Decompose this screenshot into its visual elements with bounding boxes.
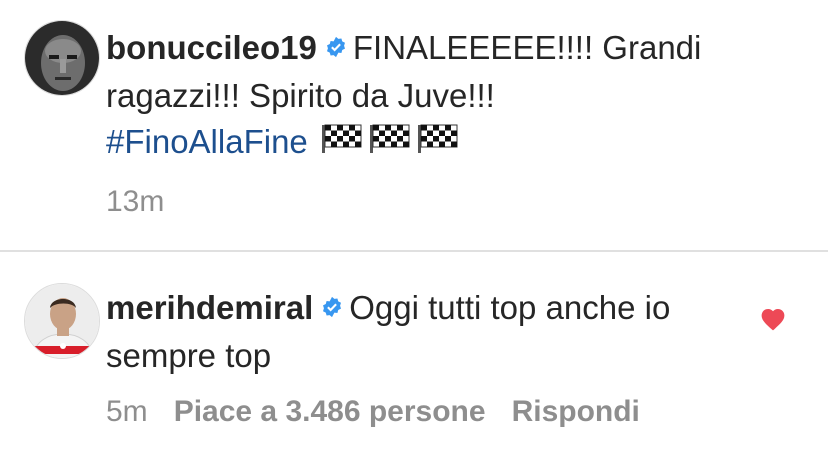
comment-meta: 5m Piace a 3.486 persone Rispondi	[106, 395, 640, 429]
avatar-image	[25, 284, 99, 358]
comment-meta: 13m	[106, 185, 164, 219]
comment-bonuccileo19: bonuccileo19 FINALEEEEE!!!! Grandi ragazz…	[0, 0, 828, 250]
like-heart-icon[interactable]	[760, 307, 786, 331]
avatar[interactable]	[24, 20, 100, 96]
comment-merihdemiral: merihdemiral Oggi tutti top anche io semp…	[0, 252, 828, 452]
chequered-flag-icon	[369, 119, 413, 165]
reply-button[interactable]: Rispondi	[512, 395, 640, 428]
chequered-flag-icon	[321, 119, 365, 165]
chequered-flag-icon	[417, 119, 461, 165]
verified-badge-icon	[325, 24, 347, 70]
comment-body: bonuccileo19 FINALEEEEE!!!! Grandi ragazz…	[106, 25, 768, 168]
timestamp: 13m	[106, 185, 165, 218]
comment-body: merihdemiral Oggi tutti top anche io semp…	[106, 285, 768, 379]
avatar[interactable]	[24, 283, 100, 359]
username[interactable]: merihdemiral	[106, 289, 313, 326]
timestamp: 5m	[106, 395, 148, 428]
avatar-image	[25, 21, 99, 95]
username[interactable]: bonuccileo19	[106, 29, 317, 66]
verified-badge-icon	[321, 284, 343, 330]
hashtag-link[interactable]: #FinoAllaFine	[106, 123, 308, 160]
likes-count-link[interactable]: Piace a 3.486 persone	[174, 395, 486, 428]
